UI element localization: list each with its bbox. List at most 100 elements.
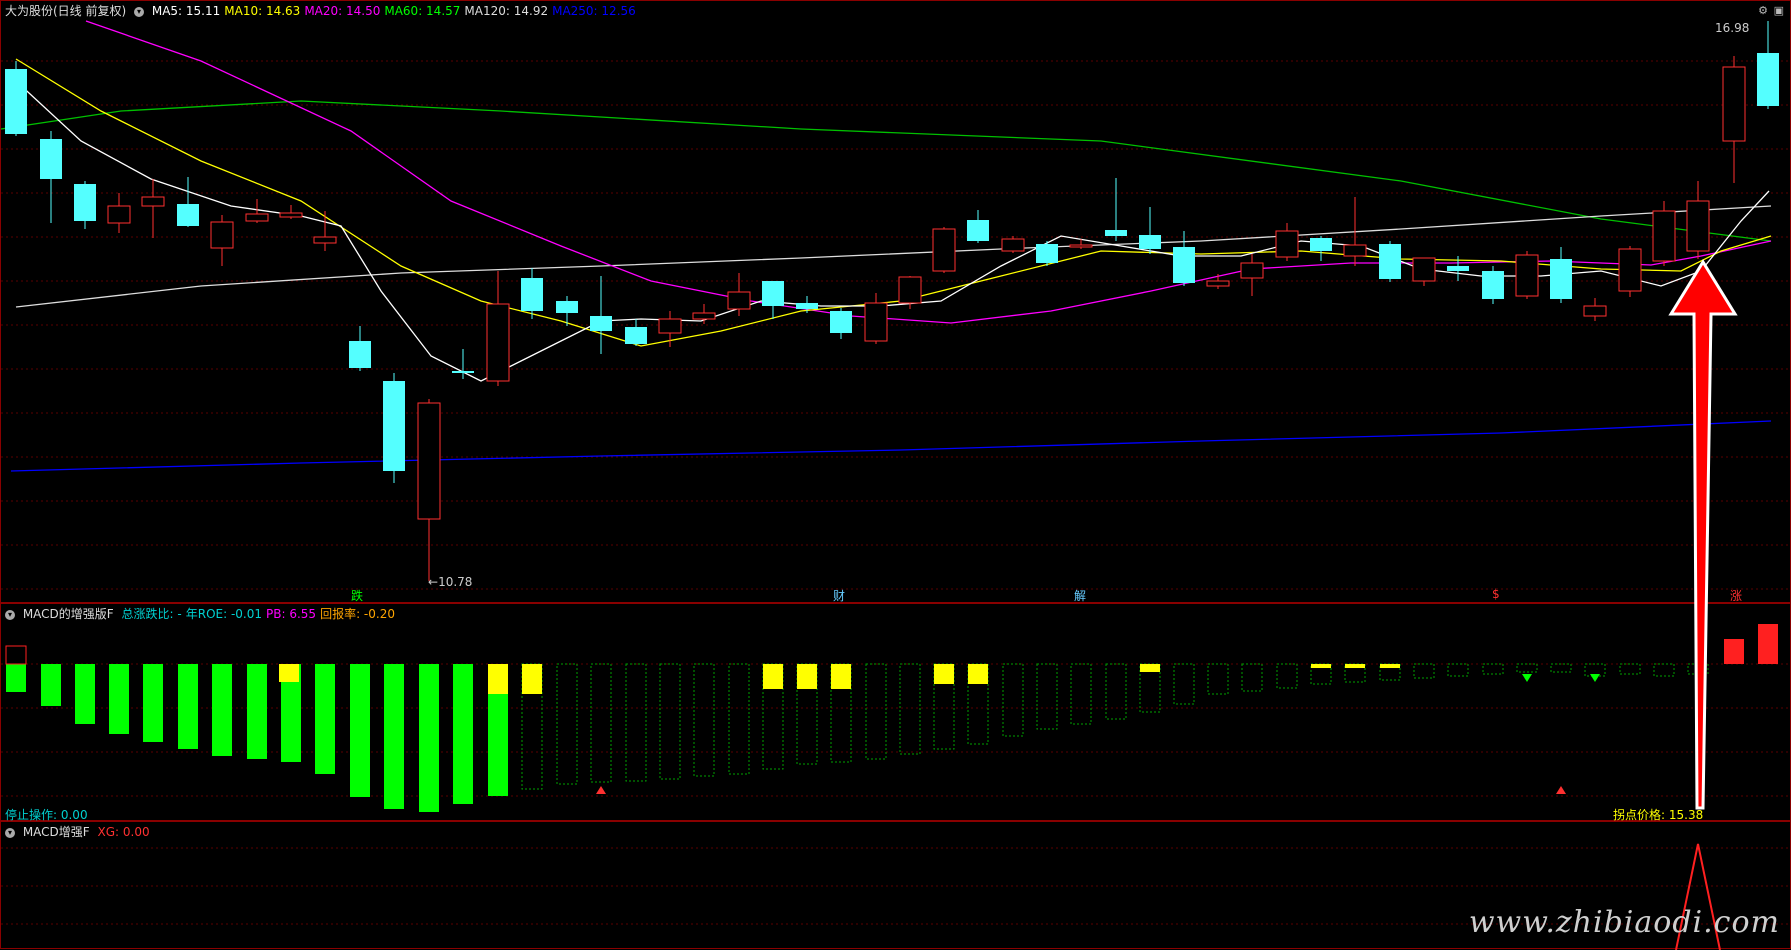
watermark: www.zhibiaodi.com	[1468, 905, 1780, 940]
macd-bar	[75, 664, 95, 724]
macd-bar	[41, 664, 61, 706]
macd-bar	[212, 664, 232, 756]
macd-bar	[247, 664, 267, 759]
candle	[40, 131, 62, 223]
candle	[1206, 274, 1230, 289]
candle	[1379, 241, 1401, 282]
macd-bar-cap	[522, 664, 542, 694]
event-marker: 财	[833, 589, 846, 603]
macd-bar-cap	[968, 664, 988, 684]
macd-bar	[1516, 663, 1538, 673]
macd-bar-cap	[1311, 664, 1331, 668]
candle	[1240, 254, 1264, 296]
candle	[452, 349, 474, 379]
ma-legend-item: MA5: 15.11	[151, 4, 221, 18]
macd-bar	[1758, 624, 1778, 664]
macd-enhanced-panel[interactable]: ▾ MACD增强F XG: 0.00 www.zhibiaodi.com	[0, 821, 1791, 950]
candle	[141, 179, 165, 238]
macd-bar	[350, 664, 370, 797]
macd-bar	[556, 663, 578, 785]
stock-title: 大为股份(日线 前复权)	[5, 4, 127, 18]
ma-line	[15, 80, 1770, 382]
macd-bar	[1276, 663, 1298, 689]
candle	[417, 399, 441, 581]
collapse-toggle-icon[interactable]: ▾	[134, 6, 145, 17]
candle	[486, 271, 510, 386]
candle	[1652, 201, 1676, 266]
macd-bar	[590, 663, 612, 783]
macd-bar	[1619, 663, 1641, 675]
candle	[1105, 178, 1127, 241]
xg-value: XG: 0.00	[97, 825, 150, 839]
macd-bar	[693, 663, 715, 777]
candle	[1722, 56, 1746, 183]
macd-field: PB: 6.55	[266, 607, 317, 621]
candlestick-chart-panel[interactable]: 大为股份(日线 前复权) ▾ MA5: 15.11 MA10: 14.63 MA20…	[0, 0, 1791, 603]
up-arrow-icon	[596, 786, 606, 794]
ma-line	[15, 205, 1772, 308]
macd-bar	[178, 664, 198, 749]
collapse-toggle-icon[interactable]: ▾	[5, 827, 15, 838]
macd-bar	[1687, 663, 1709, 675]
low-price-value: 10.78	[438, 575, 473, 589]
macd-bar	[1447, 663, 1469, 677]
candle	[1686, 181, 1710, 259]
settings-icon[interactable]: ⚙	[1758, 4, 1768, 17]
down-arrow-icon	[1590, 674, 1600, 682]
event-marker: 跌	[351, 589, 364, 603]
macd-bar	[899, 663, 921, 755]
candle	[556, 296, 578, 326]
candle	[349, 326, 371, 371]
candle	[590, 276, 612, 354]
candle	[1036, 241, 1058, 266]
macd-bar	[315, 664, 335, 774]
ma-legend-item: MA120: 14.92	[464, 4, 549, 18]
candle	[177, 177, 199, 227]
candle	[932, 227, 956, 273]
macd-bar	[1482, 663, 1504, 675]
candlestick-chart[interactable]	[1, 1, 1791, 604]
ma-line	[10, 420, 1772, 472]
candle	[1618, 246, 1642, 297]
event-marker: 解	[1074, 589, 1087, 603]
macd-bar	[1036, 663, 1058, 730]
candle	[830, 308, 852, 339]
macd-panel[interactable]: ▾ MACD的增强版F 总涨跌比: - 年ROE: -0.01 PB: 6.55 回报…	[0, 603, 1791, 822]
candle	[279, 205, 303, 219]
down-arrow-icon	[1522, 674, 1532, 682]
candle	[1275, 223, 1299, 261]
candle	[1550, 247, 1572, 303]
candle	[1001, 236, 1025, 253]
event-marker: 涨	[1730, 589, 1743, 603]
macd-bar	[1070, 663, 1092, 725]
event-marker: $	[1492, 587, 1500, 601]
macd-bar	[659, 663, 681, 780]
ma-legend-item: MA60: 14.57	[384, 4, 461, 18]
candle	[1139, 207, 1161, 254]
candle	[625, 319, 647, 346]
up-arrow-icon	[1556, 786, 1566, 794]
macd-bar-cap	[763, 664, 783, 689]
macd-bar-cap	[1140, 664, 1160, 672]
macd-bar-cap	[831, 664, 851, 689]
ma-legend-item: MA10: 14.63	[224, 4, 301, 18]
macd-bar	[1173, 663, 1195, 705]
macd-bar	[1002, 663, 1024, 737]
candle	[1482, 266, 1504, 304]
macd-bar-cap	[797, 664, 817, 689]
macd-field: 总涨跌比: -	[121, 607, 182, 621]
maximize-icon[interactable]: ▣	[1774, 4, 1784, 17]
macd-bar	[419, 664, 439, 812]
macd-bar	[109, 664, 129, 734]
ma-legend-item: MA20: 14.50	[304, 4, 381, 18]
macd-bar	[865, 663, 887, 760]
macd-bar	[1550, 663, 1572, 673]
macd-histogram[interactable]	[1, 604, 1791, 822]
macd-bar-cap	[934, 664, 954, 684]
collapse-toggle-icon[interactable]: ▾	[5, 609, 15, 620]
low-price-label: ←10.78	[428, 575, 473, 589]
candle	[1173, 231, 1195, 286]
macd2-header: ▾ MACD增强F XG: 0.00	[5, 825, 154, 839]
macd-field: 年ROE: -0.01	[185, 607, 263, 621]
macd-fields: 总涨跌比: - 年ROE: -0.01 PB: 6.55 回报率: -0.20	[122, 607, 399, 621]
